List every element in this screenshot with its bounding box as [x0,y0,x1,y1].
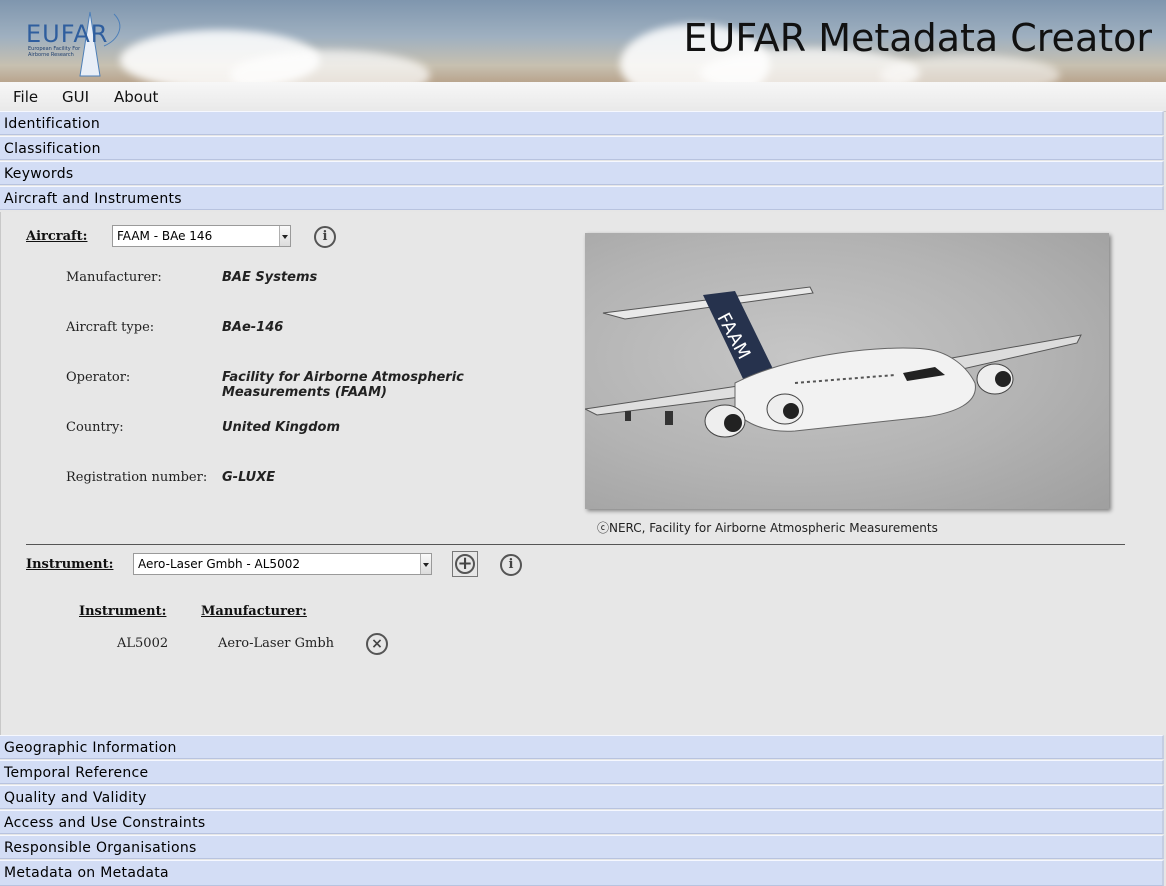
instrument-cell: AL5002 [117,636,169,651]
section-identification[interactable]: Identification [0,111,1164,135]
remove-icon[interactable]: × [366,633,388,655]
section-aircraft-and-instruments[interactable]: Aircraft and Instruments [0,186,1164,210]
aircraft-info-icon[interactable]: i [314,226,336,248]
instrument-column-header: Instrument: [79,604,167,619]
aircraft-label: Aircraft: [26,229,88,244]
section-keywords[interactable]: Keywords [0,161,1164,185]
section-quality-and-validity[interactable]: Quality and Validity [0,785,1164,809]
manufacturer-column-header: Manufacturer: [201,604,307,619]
app-title: EUFAR Metadata Creator [683,16,1152,60]
instrument-label: Instrument: [26,557,114,572]
section-metadata-on-metadata[interactable]: Metadata on Metadata [0,860,1164,886]
logo-text: EUFAR [26,20,109,48]
header-banner: EUFAR European Facility For Airborne Res… [0,0,1166,82]
photo-credit: ⓒNERC, Facility for Airborne Atmospheric… [597,521,938,535]
menu-bar: File GUI About [0,82,1166,112]
country-label: Country: [66,420,124,435]
operator-label: Operator: [66,370,131,385]
menu-about[interactable]: About [114,88,158,106]
section-responsible-organisations[interactable]: Responsible Organisations [0,835,1164,859]
instrument-info-icon[interactable]: i [500,554,522,576]
menu-file[interactable]: File [13,88,38,106]
menu-gui[interactable]: GUI [62,88,89,106]
manufacturer-label: Manufacturer: [66,270,162,285]
aircraft-type-value: BAe-146 [222,320,284,335]
aircraft-select-value: FAAM - BAe 146 [117,229,213,243]
chevron-down-icon[interactable] [420,554,431,574]
instrument-select-value: Aero-Laser Gmbh - AL5002 [138,557,300,571]
section-classification[interactable]: Classification [0,136,1164,160]
divider [26,544,1125,545]
logo-subtitle: European Facility For Airborne Research [28,46,81,58]
add-instrument-button[interactable]: + [452,551,478,577]
registration-number-value: G-LUXE [222,470,276,485]
section-access-and-use-constraints[interactable]: Access and Use Constraints [0,810,1164,834]
aircraft-photo: FAAM [583,233,1109,509]
aircraft-type-label: Aircraft type: [66,320,155,335]
registration-number-label: Registration number: [66,470,208,485]
country-value: United Kingdom [222,420,341,435]
section-temporal-reference[interactable]: Temporal Reference [0,760,1164,784]
aircraft-select[interactable]: FAAM - BAe 146 [112,225,291,247]
chevron-down-icon[interactable] [279,226,290,246]
operator-value: Facility for Airborne Atmospheric Measur… [222,370,464,400]
manufacturer-cell: Aero-Laser Gmbh [218,636,335,651]
instrument-select[interactable]: Aero-Laser Gmbh - AL5002 [133,553,432,575]
manufacturer-value: BAE Systems [222,270,318,285]
add-icon: + [455,554,475,574]
eufar-logo: EUFAR European Facility For Airborne Res… [22,6,132,80]
section-geographic-information[interactable]: Geographic Information [0,735,1164,759]
